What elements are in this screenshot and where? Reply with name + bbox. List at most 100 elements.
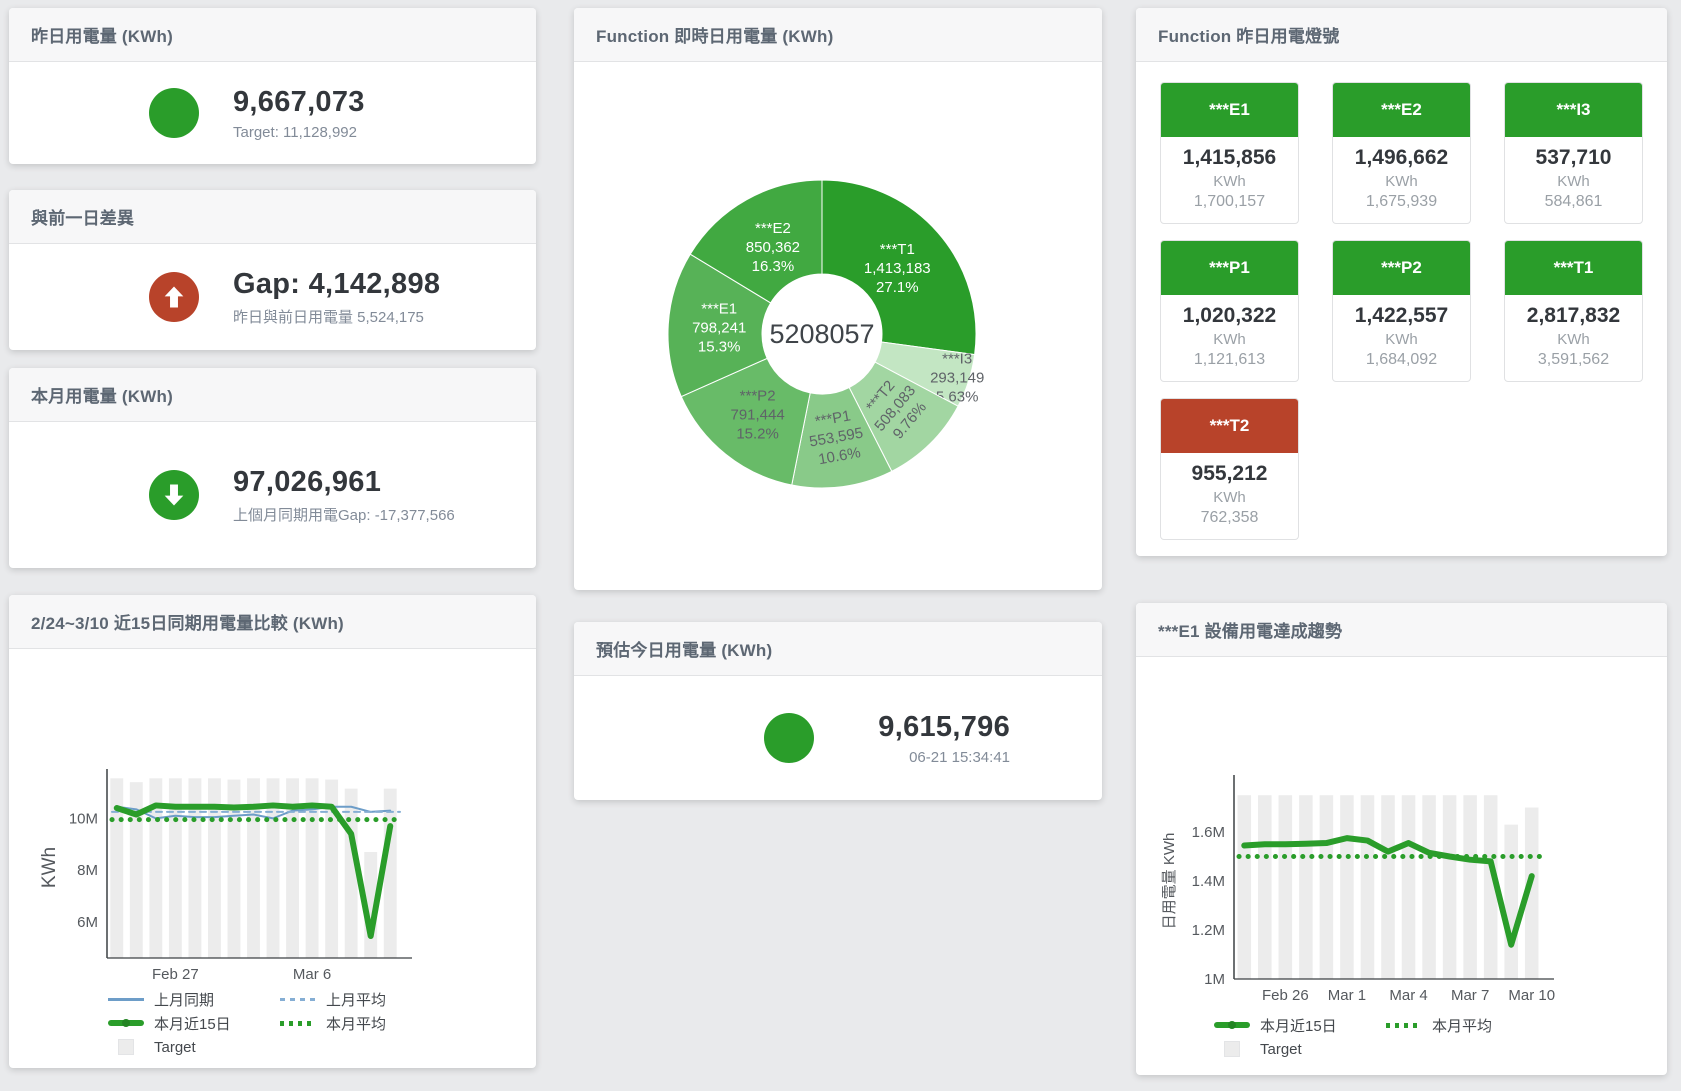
status-tile-I3: ***I3537,710KWh584,861 [1504,82,1643,224]
tile-status-header: ***E2 [1333,83,1470,137]
card-forecast-text: 9,615,796 06-21 15:34:41 [840,711,1010,766]
status-tile-E1: ***E11,415,856KWh1,700,157 [1160,82,1299,224]
comparison-chart: 6M8M10MFeb 27Mar 6KWh [9,649,536,987]
left-edge-accent [0,0,4,632]
y-axis-title: KWh [39,847,60,888]
dashed-line-icon [280,998,316,1001]
x-tick-label: Feb 27 [152,966,199,983]
day-gap-value: Gap: 4,142,898 [233,268,440,301]
tile-unit: KWh [1165,173,1294,190]
target-bar [384,789,397,958]
y-axis-title: 日用電量 KWh [1161,833,1178,930]
tiles-header: Function 昨日用電燈號 [1136,8,1667,62]
card-forecast-body: 9,615,796 06-21 15:34:41 [574,676,1102,800]
card-month-usage-title[interactable]: 本月用電量 (KWh) [31,382,173,407]
tile-value: 1,496,662 [1337,146,1466,170]
legend-item-上月同期[interactable]: 上月同期 [108,989,280,1010]
card-month-usage: 本月用電量 (KWh) 97,026,961 上個月同期用電Gap: -17,3… [9,368,536,568]
comparison-header: 2/24~3/10 近15日同期用電量比較 (KWh) [9,595,536,649]
card-day-gap: 與前一日差異 Gap: 4,142,898 昨日與前日用電量 5,524,175 [9,190,536,350]
thick-line-icon [1214,1022,1250,1028]
tile-value: 955,212 [1165,462,1294,486]
y-tick-label: 1.4M [1192,873,1225,890]
card-day-gap-title[interactable]: 與前一日差異 [31,204,134,229]
tile-body: 955,212KWh762,358 [1161,453,1298,539]
card-month-usage-text: 97,026,961 上個月同期用電Gap: -17,377,566 [233,466,455,525]
thick-line-icon [108,1020,144,1026]
target-bar [1237,795,1251,979]
tile-status-header: ***I3 [1505,83,1642,137]
tile-value: 1,415,856 [1165,146,1294,170]
card-forecast-title[interactable]: 預估今日用電量 (KWh) [596,636,772,661]
card-day-gap-text: Gap: 4,142,898 昨日與前日用電量 5,524,175 [233,268,440,327]
tile-status-header: ***T2 [1161,399,1298,453]
panel-e1-trend: ***E1 設備用電達成趨勢 1M1.2M1.4M1.6MFeb 26Mar 1… [1136,603,1667,1075]
comparison-legend: 上月同期 上月平均本月近15日 本月平均 Target [9,987,536,1059]
status-tile-P1: ***P11,020,322KWh1,121,613 [1160,240,1299,382]
donut-header: Function 即時日用電量 (KWh) [574,8,1102,62]
legend-item-Target[interactable]: Target [1214,1041,1386,1058]
tile-value: 2,817,832 [1509,304,1638,328]
target-bar [1463,795,1477,979]
legend-row: 本月近15日本月平均 [1214,1013,1667,1037]
line-icon [108,998,144,1001]
legend-item-本月平均[interactable]: 本月平均 [1386,1015,1558,1036]
donut-title[interactable]: Function 即時日用電量 (KWh) [596,22,833,47]
legend-label: 上月同期 [154,989,214,1010]
tile-body: 2,817,832 KWh 3,591,562 [1505,295,1642,381]
legend-item-本月近15日[interactable]: 本月近15日 [1214,1015,1386,1036]
status-tile-T2: ***T2955,212KWh762,358 [1160,398,1299,540]
tiles-title[interactable]: Function 昨日用電燈號 [1158,22,1339,47]
x-tick-label: Feb 26 [1262,987,1309,1004]
tile-target: 584,861 [1509,193,1638,211]
legend-label: 上月平均 [326,989,386,1010]
legend-item-Target[interactable]: Target [108,1039,280,1056]
status-circle-icon [149,88,199,138]
target-bar [1422,795,1436,979]
comparison-title[interactable]: 2/24~3/10 近15日同期用電量比較 (KWh) [31,609,344,634]
legend-row: 上月同期 上月平均 [108,987,536,1011]
tile-target: 3,591,562 [1509,351,1638,369]
legend-row: 本月近15日 本月平均 [108,1011,536,1035]
forecast-value: 9,615,796 [840,711,1010,744]
tile-body: 1,415,856KWh1,700,157 [1161,137,1298,223]
x-tick-label: Mar 7 [1451,987,1489,1004]
legend-row: Target [1214,1037,1667,1061]
target-swatch-icon [118,1039,134,1055]
e1-trend-title[interactable]: ***E1 設備用電達成趨勢 [1158,617,1342,642]
y-tick-label: 6M [77,914,98,931]
status-tiles-grid: ***E11,415,856KWh1,700,157***E21,496,662… [1136,62,1667,556]
target-bar [1381,795,1395,979]
right-edge-accent [1677,0,1681,632]
forecast-timestamp: 06-21 15:34:41 [840,749,1010,766]
target-bar [1258,795,1272,979]
e1-trend-legend: 本月近15日本月平均Target [1136,1013,1667,1061]
tile-value: 1,422,557 [1337,304,1466,328]
legend-item-本月近15日[interactable]: 本月近15日 [108,1013,280,1034]
card-yesterday-text: 9,667,073 Target: 11,128,992 [233,86,365,141]
card-yesterday-usage: 昨日用電量 (KWh) 9,667,073 Target: 11,128,992 [9,8,536,164]
card-day-gap-header: 與前一日差異 [9,190,536,244]
panel-15day-comparison: 2/24~3/10 近15日同期用電量比較 (KWh) 6M8M10MFeb 2… [9,595,536,1068]
tile-value: 537,710 [1509,146,1638,170]
day-gap-subtext: 昨日與前日用電量 5,524,175 [233,306,440,327]
legend-label: 本月平均 [326,1013,386,1034]
tile-unit: KWh [1509,331,1638,348]
legend-label: Target [154,1039,196,1056]
card-yesterday-body: 9,667,073 Target: 11,128,992 [9,62,536,164]
legend-item-本月平均[interactable]: 本月平均 [280,1013,452,1034]
card-yesterday-title[interactable]: 昨日用電量 (KWh) [31,22,173,47]
tile-body: 537,710KWh584,861 [1505,137,1642,223]
target-bar [1361,795,1375,979]
e1-trend-header: ***E1 設備用電達成趨勢 [1136,603,1667,657]
card-day-gap-body: Gap: 4,142,898 昨日與前日用電量 5,524,175 [9,244,536,350]
target-bar [1443,795,1457,979]
legend-item-上月平均[interactable]: 上月平均 [280,989,452,1010]
tile-body: 1,496,662KWh1,675,939 [1333,137,1470,223]
tile-target: 762,358 [1165,509,1294,527]
target-swatch-icon [1224,1041,1240,1057]
status-tile-P2: ***P21,422,557KWh1,684,092 [1332,240,1471,382]
dotted-line-icon [1386,1023,1422,1028]
target-bar [1279,795,1293,979]
target-bar [1504,825,1518,979]
